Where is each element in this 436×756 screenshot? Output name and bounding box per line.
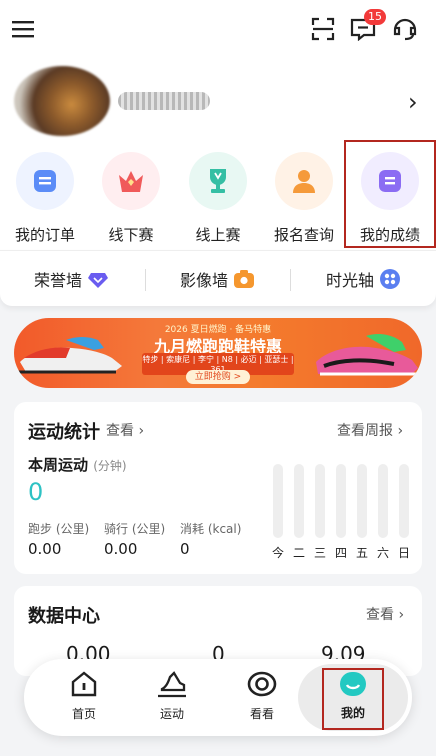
wall-label: 影像墙 — [180, 271, 229, 290]
day-label: 四 — [334, 546, 347, 560]
headset-icon[interactable] — [390, 14, 420, 44]
image-wall-link[interactable]: 影像墙 — [180, 251, 255, 307]
metric-label: 消耗 (kcal) — [180, 522, 242, 536]
nav-label: 看看 — [249, 707, 274, 721]
quick-action-my-scores[interactable]: 我的成绩 — [344, 140, 436, 248]
quick-action-label: 我的成绩 — [359, 226, 420, 244]
data-center-view-link[interactable]: 查看 › — [366, 604, 404, 624]
day-bar — [336, 464, 346, 538]
quick-action-orders[interactable]: 我的订单 — [2, 150, 88, 246]
day-label: 今 — [271, 546, 284, 560]
nav-label: 我的 — [340, 706, 365, 720]
sport-icon — [158, 671, 186, 698]
diamond-icon — [88, 273, 109, 288]
day-label: 日 — [397, 546, 410, 560]
nav-label: 首页 — [71, 707, 96, 721]
day-label: 二 — [292, 546, 305, 560]
day-label: 三 — [313, 546, 326, 560]
day-bar — [357, 464, 367, 538]
sport-stats-card: 运动统计 查看 › 查看周报 › 本周运动 (分钟) 0 跑步 (公里) 0.0… — [14, 402, 422, 574]
chevron-right-icon[interactable]: › — [408, 88, 418, 116]
day-label: 六 — [376, 546, 389, 560]
quick-action-label: 报名查询 — [273, 226, 334, 244]
metric-label: 骑行 (公里) — [104, 522, 166, 536]
metric-value: 0.00 — [104, 540, 138, 558]
weekly-report-link[interactable]: 查看周报 › — [337, 420, 403, 440]
quick-action-label: 线下赛 — [108, 226, 154, 244]
stats-view-link[interactable]: 查看 › — [106, 420, 144, 440]
data-center-view-label: 查看 — [366, 607, 394, 623]
nav-sport[interactable]: 运动 — [142, 669, 202, 729]
scan-icon[interactable] — [308, 14, 338, 44]
honor-wall-link[interactable]: 荣誉墙 — [34, 251, 109, 307]
nav-label: 运动 — [159, 707, 184, 721]
grid-icon — [380, 269, 401, 289]
home-icon — [71, 671, 97, 697]
weekly-report-label: 查看周报 — [337, 423, 393, 439]
camera-icon — [234, 270, 255, 288]
trophy-icon — [189, 152, 247, 210]
day-bar — [273, 464, 283, 538]
week-label-text: 本周运动 — [28, 456, 89, 474]
quick-action-online-race[interactable]: 线上赛 — [175, 150, 261, 246]
day-bar — [294, 464, 304, 538]
nav-home[interactable]: 首页 — [54, 669, 114, 729]
banner-cta-button[interactable]: 立即抢购 > — [186, 370, 250, 384]
person-icon — [275, 152, 333, 210]
score-icon — [361, 152, 419, 210]
crown-icon — [102, 152, 160, 210]
nav-discover[interactable]: 看看 — [232, 669, 292, 729]
week-label: 本周运动 (分钟) — [28, 454, 127, 475]
metric-label: 跑步 (公里) — [28, 522, 90, 536]
avatar[interactable] — [14, 66, 110, 136]
divider — [145, 269, 146, 291]
promo-banner[interactable]: 2026 夏日燃跑 · 备马特惠 九月燃跑跑鞋特惠 特步 | 索康尼 | 李宁 … — [14, 318, 422, 388]
day-label: 五 — [355, 546, 368, 560]
wall-label: 时光轴 — [326, 271, 375, 290]
day-bar — [315, 464, 325, 538]
quick-action-registration[interactable]: 报名查询 — [261, 150, 347, 246]
menu-icon[interactable] — [8, 14, 38, 44]
stats-view-label: 查看 — [106, 423, 134, 439]
eye-icon — [247, 671, 277, 697]
metric-value: 0.00 — [28, 540, 62, 558]
wall-label: 荣誉墙 — [34, 271, 83, 290]
nav-mine[interactable]: 我的 — [322, 668, 384, 730]
profile-header[interactable]: › — [0, 62, 436, 142]
day-bar — [399, 464, 409, 538]
card-title: 运动统计 — [28, 422, 100, 443]
profile-icon — [340, 672, 366, 696]
quick-action-label: 我的订单 — [14, 226, 75, 244]
timeline-link[interactable]: 时光轴 — [326, 251, 401, 307]
message-badge: 15 — [364, 9, 386, 25]
day-bar — [378, 464, 388, 538]
card-title: 数据中心 — [28, 606, 100, 627]
wall-bar: 荣誉墙 影像墙 时光轴 — [0, 250, 436, 306]
top-bar: 15 — [0, 0, 436, 62]
divider — [290, 269, 291, 291]
quick-action-label: 线上赛 — [195, 226, 241, 244]
week-unit: (分钟) — [93, 459, 127, 473]
order-icon — [16, 152, 74, 210]
week-minutes-value: 0 — [28, 478, 44, 506]
metric-value: 0 — [180, 540, 190, 558]
username-blurred — [118, 92, 210, 110]
quick-action-offline-race[interactable]: 线下赛 — [88, 150, 174, 246]
bottom-nav: 首页 运动 看看 我的 — [24, 659, 412, 736]
quick-actions: 我的订单 线下赛 线上赛 报名查询 我的成绩 — [0, 140, 436, 250]
